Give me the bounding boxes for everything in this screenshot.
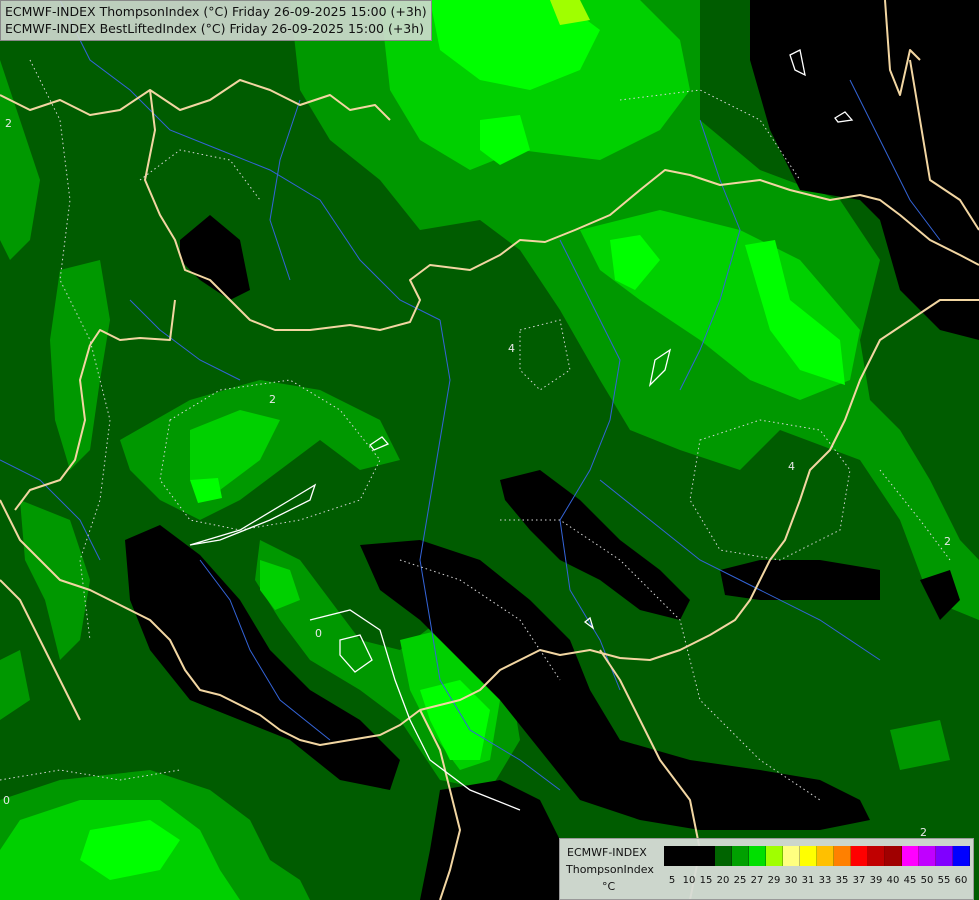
legend-tick-label: 27 [750,875,764,886]
legend-tick-label: 55 [937,875,951,886]
legend-swatch [664,846,681,866]
legend-tick-label: 50 [920,875,934,886]
legend-tick-label: 30 [784,875,798,886]
legend-parameter: ThompsonIndex [566,863,654,876]
contour-label: 0 [315,627,322,640]
title-line-thompson: ECMWF-INDEX ThompsonIndex (°C) Friday 26… [5,4,427,19]
legend-tick-label: 10 [682,875,696,886]
legend-tick-label: 15 [699,875,713,886]
legend-tick-label: 29 [767,875,781,886]
legend-swatch [885,846,902,866]
legend-tick-label: 40 [886,875,900,886]
legend-tick-label: 35 [835,875,849,886]
map-title-box: ECMWF-INDEX ThompsonIndex (°C) Friday 26… [0,0,432,41]
legend-swatches [664,846,970,866]
legend-tick-label: 39 [869,875,883,886]
legend-tick-label: 20 [716,875,730,886]
legend-swatch [817,846,834,866]
legend-swatch [800,846,817,866]
legend-swatch [936,846,953,866]
legend-swatch [783,846,800,866]
legend-model: ECMWF-INDEX [567,846,647,859]
legend-swatch [732,846,749,866]
legend-unit: °C [602,880,616,893]
legend-tick-label: 37 [852,875,866,886]
legend-tick-label: 5 [668,875,676,886]
contour-label: 4 [788,460,795,473]
legend-tick-label: 33 [818,875,832,886]
weather-map: 2 2 4 4 2 0 0 2 [0,0,979,900]
contour-label: 2 [944,535,951,548]
legend-tick-label: 31 [801,875,815,886]
color-legend: ECMWF-INDEX ThompsonIndex °C 5 10 15 20 25 27… [559,838,974,900]
legend-swatch [749,846,766,866]
legend-swatch [834,846,851,866]
contour-label: 0 [3,794,10,807]
legend-swatch [698,846,715,866]
legend-tick-label: 45 [903,875,917,886]
contour-label: 2 [269,393,276,406]
legend-swatch [715,846,732,866]
legend-swatch [953,846,970,866]
legend-tick-label: 60 [954,875,968,886]
legend-swatch [766,846,783,866]
contour-label: 2 [5,117,12,130]
title-line-bestlifted: ECMWF-INDEX BestLiftedIndex (°C) Friday … [5,21,425,36]
legend-swatch [919,846,936,866]
contour-label: 4 [508,342,515,355]
legend-swatch [868,846,885,866]
legend-swatch [851,846,868,866]
legend-swatch [681,846,698,866]
legend-tick-label: 25 [733,875,747,886]
legend-swatch [902,846,919,866]
